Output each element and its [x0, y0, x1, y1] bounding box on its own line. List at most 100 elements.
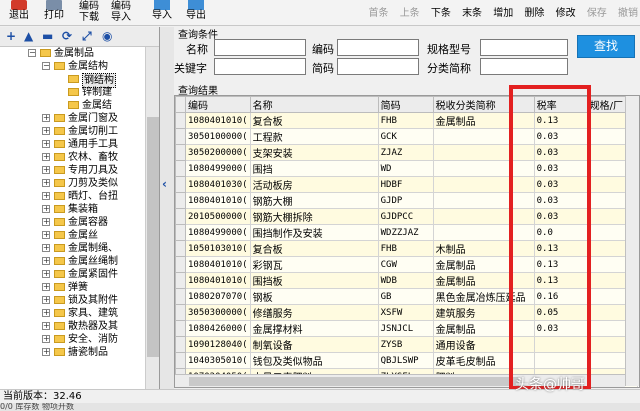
- cell-tax-class[interactable]: 木制品: [432, 240, 535, 257]
- expand-node-icon[interactable]: +: [42, 348, 50, 356]
- row-indicator[interactable]: [175, 176, 186, 193]
- expand-node-icon[interactable]: +: [42, 192, 50, 200]
- cell-abbr[interactable]: WDZZJAZ: [377, 224, 434, 241]
- expand-node-icon[interactable]: +: [42, 309, 50, 317]
- tree-node[interactable]: + 金属制绳、: [0, 242, 145, 255]
- collapse-node-icon[interactable]: −: [28, 49, 36, 57]
- tree-node[interactable]: + 安全、消防: [0, 333, 145, 346]
- save-button[interactable]: 保存: [587, 8, 607, 19]
- cell-code[interactable]: 1080401010(: [185, 112, 251, 129]
- tree-node[interactable]: + 金属门窗及: [0, 112, 145, 125]
- cell-code[interactable]: 1080401030(: [185, 176, 251, 193]
- table-row[interactable]: 1080401030(活动板房 HDBF 0.03: [175, 176, 638, 193]
- cell-abbr[interactable]: QBJLSWP: [377, 352, 434, 369]
- cell-abbr[interactable]: CGW: [377, 256, 434, 273]
- tree-node[interactable]: + 通用手工具: [0, 138, 145, 151]
- cell-abbr[interactable]: FHB: [377, 240, 434, 257]
- col-header-name[interactable]: 名称: [249, 96, 379, 113]
- spec-input[interactable]: [480, 39, 568, 56]
- undo-button[interactable]: 撤销: [618, 8, 638, 19]
- cell-name[interactable]: 彩钢瓦: [249, 256, 379, 273]
- cell-name[interactable]: 工程款: [249, 128, 379, 145]
- tree-node[interactable]: + 家具、建筑: [0, 307, 145, 320]
- cell-tax-class[interactable]: 黑色金属冶炼压延品: [432, 288, 535, 305]
- cell-name[interactable]: 金属撑材料: [249, 320, 379, 337]
- cell-tax-rate[interactable]: 0.03: [533, 192, 588, 209]
- cell-abbr[interactable]: XSFW: [377, 304, 434, 321]
- cell-tax-rate[interactable]: 0.03: [533, 160, 588, 177]
- expand-node-icon[interactable]: +: [42, 153, 50, 161]
- cell-code[interactable]: 1080401010(: [185, 192, 251, 209]
- collapse-icon[interactable]: ▬: [42, 29, 53, 43]
- tree-node[interactable]: + 集装箱: [0, 203, 145, 216]
- tree-node[interactable]: + 金属紧固件: [0, 268, 145, 281]
- cell-code[interactable]: 1080401010(: [185, 272, 251, 289]
- cell-tax-rate[interactable]: 0.03: [533, 128, 588, 145]
- cell-abbr[interactable]: WDB: [377, 272, 434, 289]
- cell-name[interactable]: 钢筋大棚拆除: [249, 208, 379, 225]
- cell-abbr[interactable]: GCK: [377, 128, 434, 145]
- tree-node[interactable]: + 晒灯、台扭: [0, 190, 145, 203]
- cell-tax-class[interactable]: [432, 160, 535, 177]
- col-header-tax-class[interactable]: 税收分类简称: [432, 96, 535, 113]
- row-indicator[interactable]: [175, 208, 186, 225]
- expand-node-icon[interactable]: +: [42, 296, 50, 304]
- cell-tax-class[interactable]: 通用设备: [432, 336, 535, 353]
- cell-name[interactable]: 支架安装: [249, 144, 379, 161]
- class-abbr-input[interactable]: [480, 58, 568, 75]
- cell-tax-rate[interactable]: 0.03: [533, 208, 588, 225]
- tree-node[interactable]: − 金属结构: [0, 60, 145, 73]
- last-record-button[interactable]: 末条: [462, 8, 482, 19]
- table-row[interactable]: 3050200000(支架安装 ZJAZ 0.03: [175, 144, 638, 161]
- collapse-left-icon[interactable]: ‹: [162, 177, 167, 191]
- cell-name[interactable]: 钢板: [249, 288, 379, 305]
- tree-node[interactable]: + 刀剪及类似: [0, 177, 145, 190]
- row-indicator[interactable]: [175, 240, 186, 257]
- collapse-node-icon[interactable]: −: [42, 62, 50, 70]
- row-indicator[interactable]: [175, 160, 186, 177]
- tree-node[interactable]: − 金属制品: [0, 47, 145, 60]
- keyword-input[interactable]: [214, 58, 306, 75]
- expand-node-icon[interactable]: +: [42, 244, 50, 252]
- table-row[interactable]: 1040305010(钱包及类似物品 QBJLSWP 皮革毛皮制品: [175, 352, 638, 369]
- col-header-tax-rate[interactable]: 税率: [533, 96, 588, 113]
- cell-tax-class[interactable]: 建筑服务: [432, 304, 535, 321]
- print-button[interactable]: 打印: [40, 0, 68, 26]
- cell-code[interactable]: 3050100000(: [185, 128, 251, 145]
- expand-node-icon[interactable]: +: [42, 231, 50, 239]
- cell-tax-class[interactable]: [432, 224, 535, 241]
- cell-abbr[interactable]: ZYSB: [377, 336, 434, 353]
- cell-abbr[interactable]: WD: [377, 160, 434, 177]
- cell-tax-rate[interactable]: 0.13: [533, 112, 588, 129]
- expand-node-icon[interactable]: +: [42, 322, 50, 330]
- import-button[interactable]: 导入: [150, 0, 174, 26]
- row-indicator[interactable]: [175, 352, 186, 369]
- cell-code[interactable]: 1080499000(: [185, 160, 251, 177]
- delete-button[interactable]: 删除: [524, 8, 544, 19]
- export-button[interactable]: 导出: [184, 0, 208, 26]
- cell-name[interactable]: 围挡制作及安装: [249, 224, 379, 241]
- cell-code[interactable]: 1080207070(: [185, 288, 251, 305]
- cell-tax-class[interactable]: [432, 208, 535, 225]
- code-input[interactable]: [337, 39, 419, 56]
- cell-tax-rate[interactable]: 0.13: [533, 256, 588, 273]
- cell-tax-rate[interactable]: 0.03: [533, 176, 588, 193]
- cell-tax-class[interactable]: [432, 128, 535, 145]
- tree-node[interactable]: + 金属丝: [0, 229, 145, 242]
- cell-tax-class[interactable]: [432, 176, 535, 193]
- expand-node-icon[interactable]: +: [42, 127, 50, 135]
- table-row[interactable]: 1080401010(钢筋大棚 GJDP 0.03: [175, 192, 638, 209]
- tree-scrollbar[interactable]: [145, 47, 159, 390]
- cell-name[interactable]: 修缮服务: [249, 304, 379, 321]
- cell-code[interactable]: 1090128040(: [185, 336, 251, 353]
- col-header-code[interactable]: 编码: [185, 96, 251, 113]
- table-row[interactable]: 1080499000(围挡制作及安装 WDZZJAZ 0.0: [175, 224, 638, 241]
- cell-name[interactable]: 钢筋大棚: [249, 192, 379, 209]
- tree-node[interactable]: + 农林、畜牧: [0, 151, 145, 164]
- cell-abbr[interactable]: GJDPCC: [377, 208, 434, 225]
- cell-tax-class[interactable]: 金属制品: [432, 256, 535, 273]
- cell-abbr[interactable]: JSNJCL: [377, 320, 434, 337]
- cell-code[interactable]: 3050200000(: [185, 144, 251, 161]
- expand-node-icon[interactable]: +: [42, 257, 50, 265]
- cell-abbr[interactable]: ZJAZ: [377, 144, 434, 161]
